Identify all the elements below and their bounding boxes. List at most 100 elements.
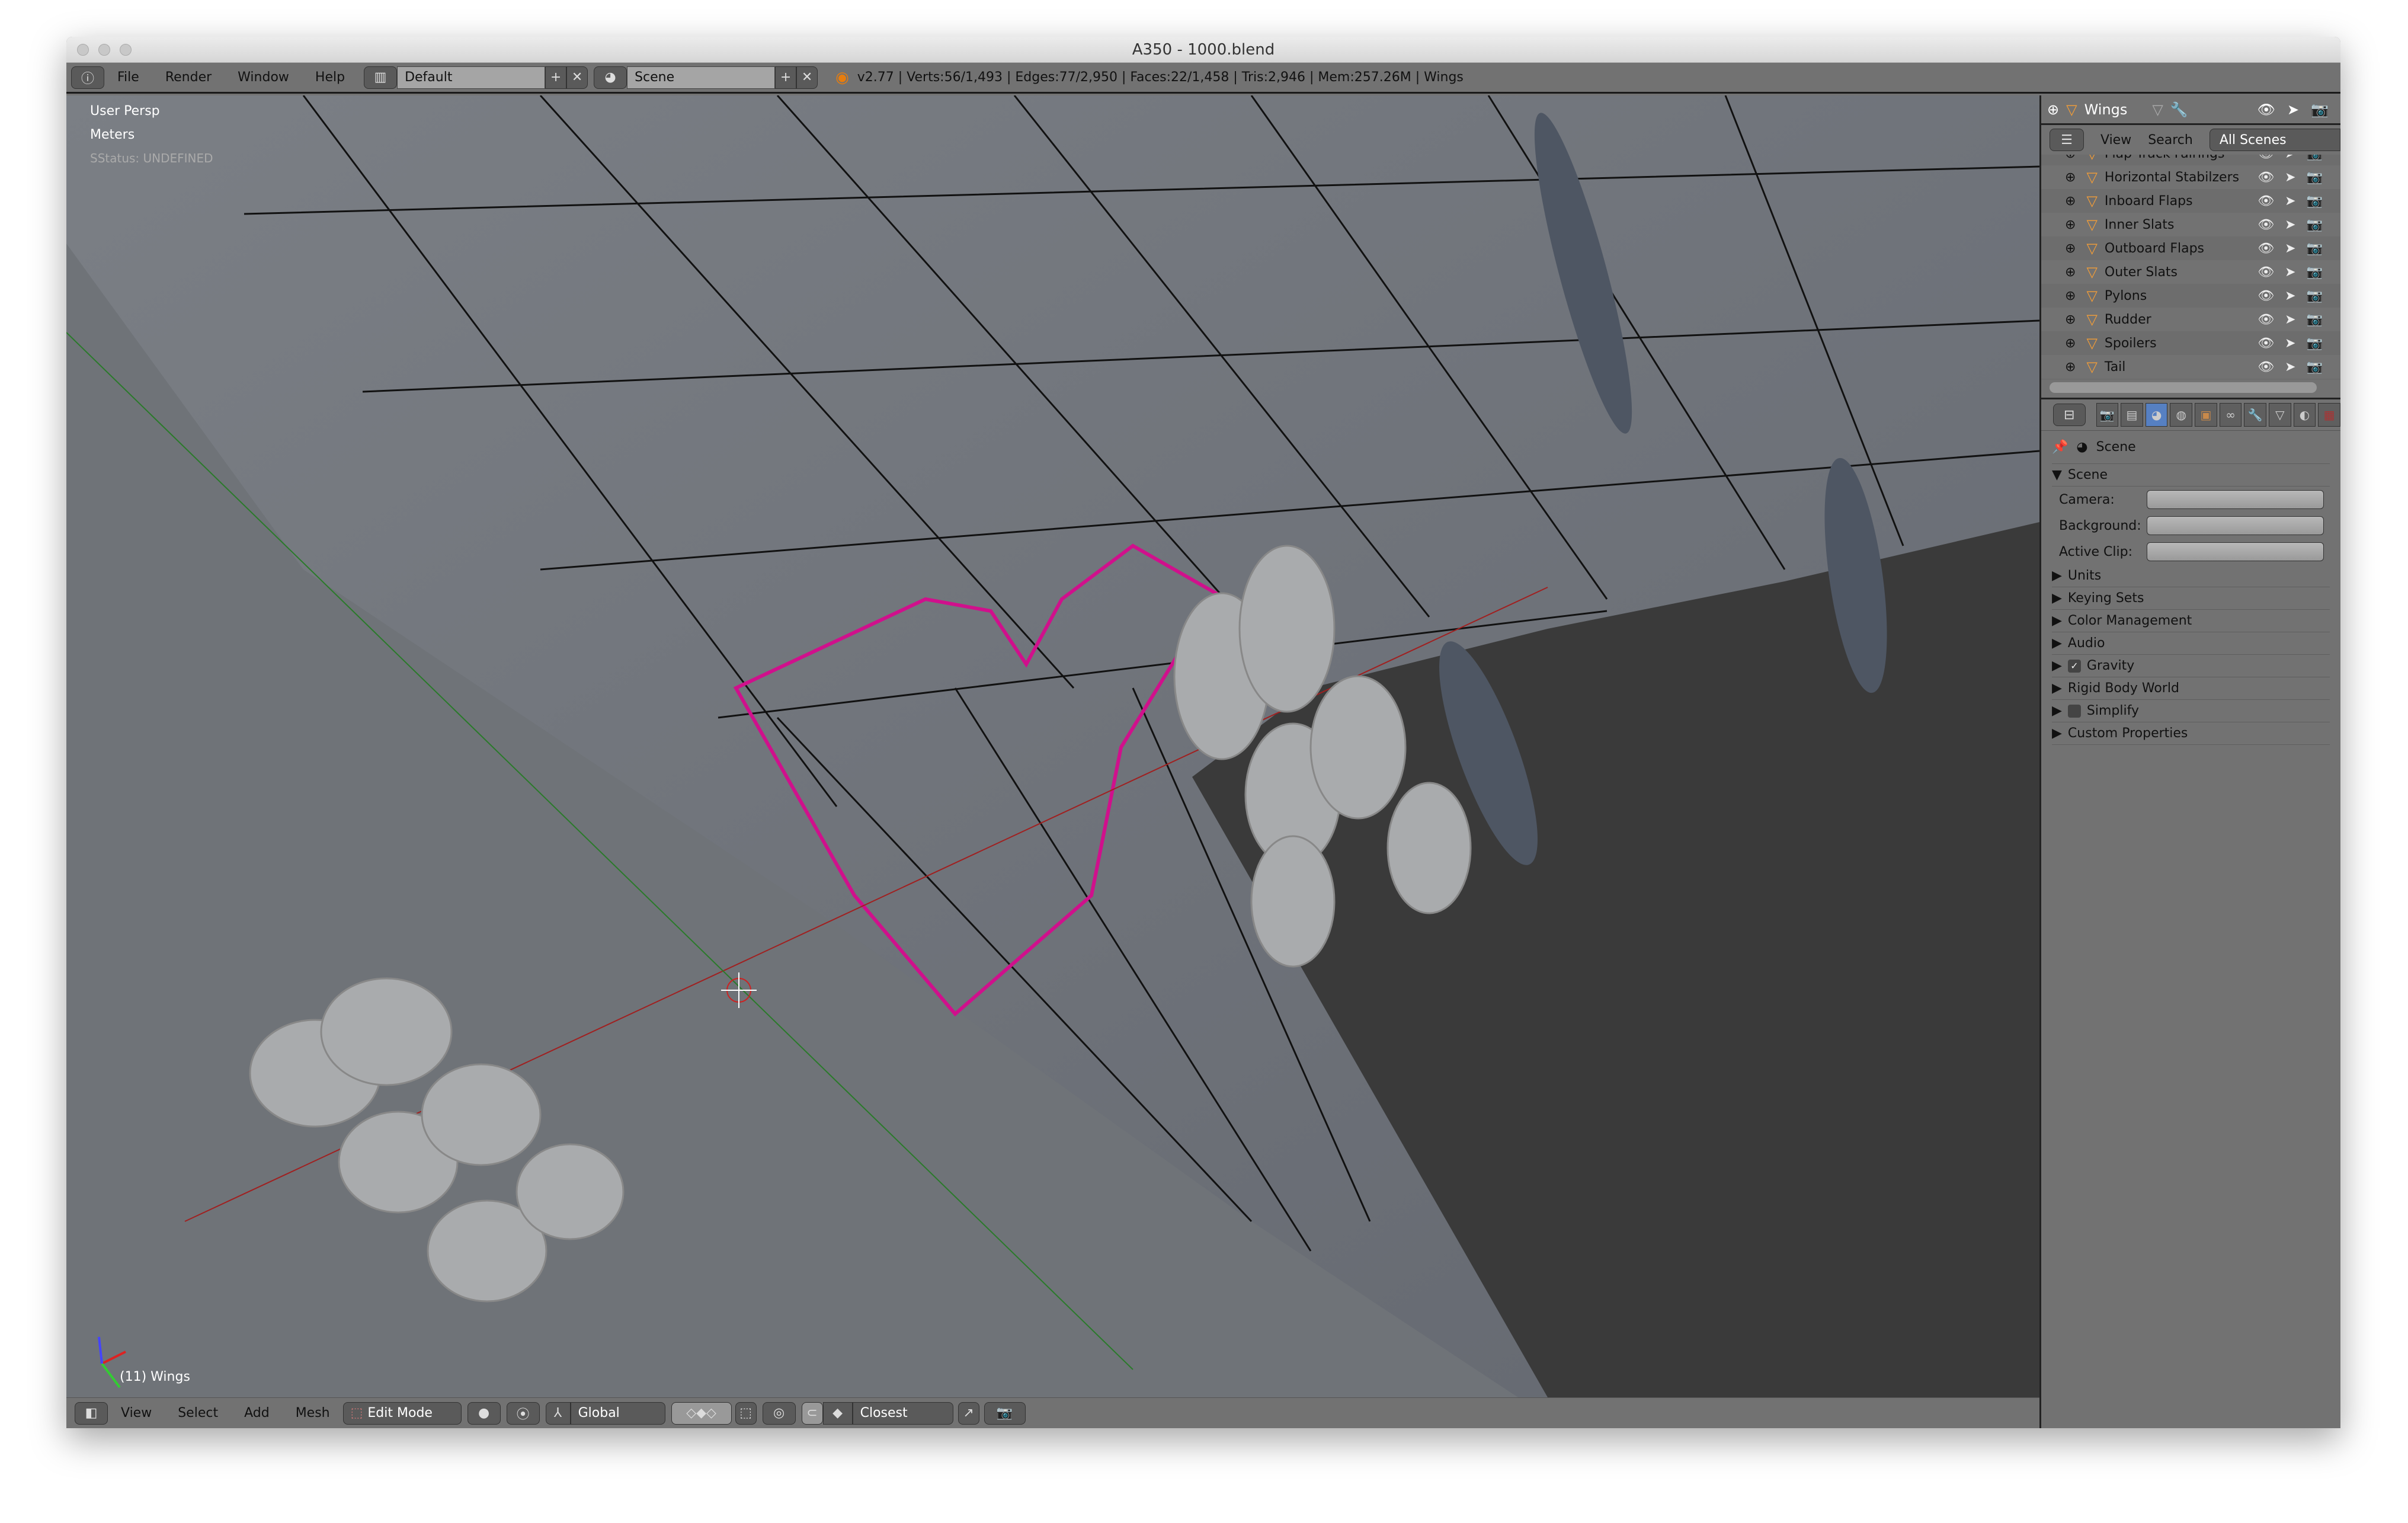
outliner-item-label[interactable]: Rudder xyxy=(2105,312,2151,327)
outliner-item[interactable]: ⊕ ▽ Tail 👁 ➤ 📷 xyxy=(2041,355,2340,379)
render-camera-icon[interactable]: 📷 xyxy=(2307,170,2323,185)
minimize-button[interactable] xyxy=(98,44,110,56)
expand-icon[interactable]: ⊕ xyxy=(2065,336,2076,351)
select-cursor-icon[interactable]: ➤ xyxy=(2285,217,2295,232)
panel-section[interactable]: ▶ Audio xyxy=(2052,632,2330,655)
tab-scene-icon[interactable]: ◕ xyxy=(2145,403,2168,427)
outliner-item[interactable]: ⊕ ▽ Outer Slats 👁 ➤ 📷 xyxy=(2041,260,2340,284)
outliner-item[interactable]: ⊕ ▽ Inner Slats 👁 ➤ 📷 xyxy=(2041,213,2340,236)
visibility-eye-icon[interactable]: 👁 xyxy=(2258,360,2274,375)
field-input[interactable] xyxy=(2147,516,2324,535)
outliner-item-label[interactable]: Horizontal Stabilzers xyxy=(2105,170,2239,185)
menu-help[interactable]: Help xyxy=(302,70,358,85)
render-camera-icon[interactable]: 📷 xyxy=(2307,289,2323,303)
outliner-editor-icon[interactable]: ☰ xyxy=(2050,129,2084,151)
tab-data-icon[interactable]: ▽ xyxy=(2269,403,2291,427)
visibility-eye-icon[interactable]: 👁 xyxy=(2258,241,2274,256)
render-camera-icon[interactable]: 📷 xyxy=(2311,101,2329,118)
tab-constraints-icon[interactable]: ∞ xyxy=(2219,403,2242,427)
visibility-eye-icon[interactable]: 👁 xyxy=(2258,265,2274,280)
menu-mesh[interactable]: Mesh xyxy=(283,1406,343,1420)
outliner-menu-view[interactable]: View xyxy=(2100,133,2131,148)
outliner-item-label[interactable]: Pylons xyxy=(2105,289,2147,303)
expand-icon[interactable]: ⊕ xyxy=(2047,101,2059,118)
select-cursor-icon[interactable]: ➤ xyxy=(2285,170,2295,185)
visibility-eye-icon[interactable]: 👁 xyxy=(2258,155,2274,161)
editor-type-3d-icon[interactable]: ◧ xyxy=(75,1402,108,1425)
panel-section[interactable]: ▶ Simplify xyxy=(2052,700,2330,722)
menu-render[interactable]: Render xyxy=(152,70,225,85)
outliner-item[interactable]: ⊕ ▽ Inboard Flaps 👁 ➤ 📷 xyxy=(2041,189,2340,213)
select-cursor-icon[interactable]: ➤ xyxy=(2285,265,2295,280)
menu-select[interactable]: Select xyxy=(165,1406,231,1420)
visibility-eye-icon[interactable]: 👁 xyxy=(2258,101,2275,118)
delete-layout-icon[interactable]: ✕ xyxy=(566,66,588,89)
panel-section[interactable]: ▶ Keying Sets xyxy=(2052,587,2330,610)
field-input[interactable] xyxy=(2147,542,2324,561)
properties-editor-icon[interactable]: ⊟ xyxy=(2053,404,2086,426)
expand-icon[interactable]: ⊕ xyxy=(2065,170,2076,185)
visibility-eye-icon[interactable]: 👁 xyxy=(2258,217,2274,232)
snap-toggle-icon[interactable]: ⊂ xyxy=(801,1402,823,1425)
outliner-item-label[interactable]: Inner Slats xyxy=(2105,217,2175,232)
viewport-shading-icon[interactable]: ● xyxy=(467,1402,501,1425)
outliner-item[interactable]: ⊕ ▽ Flap Track Fairings 👁 ➤ 📷 xyxy=(2041,155,2340,165)
tab-texture-icon[interactable]: ▦ xyxy=(2318,403,2340,427)
expand-icon[interactable]: ⊕ xyxy=(2065,312,2076,327)
visibility-eye-icon[interactable]: 👁 xyxy=(2258,336,2274,351)
manipulator-icon[interactable]: ⅄ xyxy=(545,1402,571,1425)
outliner-list[interactable]: ⊕ ▽ Flap Track Fairings 👁 ➤ 📷 ⊕ ▽ Horizontal Sta… xyxy=(2041,155,2340,380)
outliner-item[interactable]: ⊕ ▽ Outboard Flaps 👁 ➤ 📷 xyxy=(2041,236,2340,260)
screen-layout-icon[interactable]: ▥ xyxy=(364,66,398,89)
expand-icon[interactable]: ⊕ xyxy=(2065,194,2076,209)
mode-select[interactable]: ⬚ Edit Mode xyxy=(342,1402,462,1425)
close-button[interactable] xyxy=(77,44,89,56)
3d-viewport[interactable]: User Persp Meters SStatus: UNDEFINED (11… xyxy=(66,95,2039,1397)
panel-section[interactable]: ▶ Color Management xyxy=(2052,610,2330,632)
pin-icon[interactable]: 📌 xyxy=(2052,440,2068,455)
outliner-filter-select[interactable]: All Scenes xyxy=(2209,129,2340,151)
render-camera-icon[interactable]: 📷 xyxy=(2307,194,2323,209)
delete-scene-icon[interactable]: ✕ xyxy=(796,66,818,89)
menu-file[interactable]: File xyxy=(104,70,152,85)
window-controls[interactable] xyxy=(77,44,132,56)
select-cursor-icon[interactable]: ➤ xyxy=(2285,241,2295,256)
outliner-item-label[interactable]: Inboard Flaps xyxy=(2105,194,2193,209)
outliner-item-label[interactable]: Spoilers xyxy=(2105,336,2157,351)
select-cursor-icon[interactable]: ➤ xyxy=(2285,360,2295,375)
field-input[interactable] xyxy=(2147,490,2324,509)
menu-add[interactable]: Add xyxy=(231,1406,283,1420)
select-cursor-icon[interactable]: ➤ xyxy=(2285,312,2295,327)
snap-element-icon[interactable]: ◆ xyxy=(822,1402,853,1425)
expand-icon[interactable]: ⊕ xyxy=(2065,241,2076,256)
tab-render-icon[interactable]: 📷 xyxy=(2096,403,2119,427)
expand-icon[interactable]: ⊕ xyxy=(2065,265,2076,280)
expand-icon[interactable]: ⊕ xyxy=(2065,289,2076,303)
tab-material-icon[interactable]: ◐ xyxy=(2293,403,2316,427)
render-camera-icon[interactable]: 📷 xyxy=(2307,360,2323,375)
scene-field[interactable]: Scene xyxy=(627,66,776,89)
checkbox-checked[interactable]: ✓ xyxy=(2067,659,2081,673)
outliner-item[interactable]: ⊕ ▽ Spoilers 👁 ➤ 📷 xyxy=(2041,331,2340,355)
render-opengl-icon[interactable]: 📷 xyxy=(984,1402,1026,1425)
render-camera-icon[interactable]: 📷 xyxy=(2307,241,2323,256)
select-cursor-icon[interactable]: ➤ xyxy=(2285,194,2295,209)
layout-field[interactable]: Default xyxy=(397,66,546,89)
tab-world-icon[interactable]: ◍ xyxy=(2170,403,2193,427)
outliner-item-label[interactable]: Outer Slats xyxy=(2105,265,2178,280)
panel-scene-header[interactable]: ▼ Scene xyxy=(2052,464,2330,487)
outliner-menu-search[interactable]: Search xyxy=(2148,133,2193,148)
render-camera-icon[interactable]: 📷 xyxy=(2307,336,2323,351)
outliner-item[interactable]: ⊕ ▽ Rudder 👁 ➤ 📷 xyxy=(2041,308,2340,331)
expand-icon[interactable]: ⊕ xyxy=(2065,217,2076,232)
add-scene-icon[interactable]: + xyxy=(775,66,797,89)
panel-section[interactable]: ▶ ✓ Gravity xyxy=(2052,655,2330,677)
menu-window[interactable]: Window xyxy=(225,70,302,85)
add-layout-icon[interactable]: + xyxy=(545,66,567,89)
snap-align-icon[interactable]: ↗ xyxy=(958,1402,979,1425)
tab-render-layers-icon[interactable]: ▤ xyxy=(2121,403,2143,427)
tab-modifiers-icon[interactable]: 🔧 xyxy=(2244,403,2267,427)
outliner-item-label[interactable]: Tail xyxy=(2105,360,2126,375)
orientation-select[interactable]: Global xyxy=(570,1402,665,1425)
occlude-geometry-icon[interactable]: ⬚ xyxy=(735,1402,757,1425)
